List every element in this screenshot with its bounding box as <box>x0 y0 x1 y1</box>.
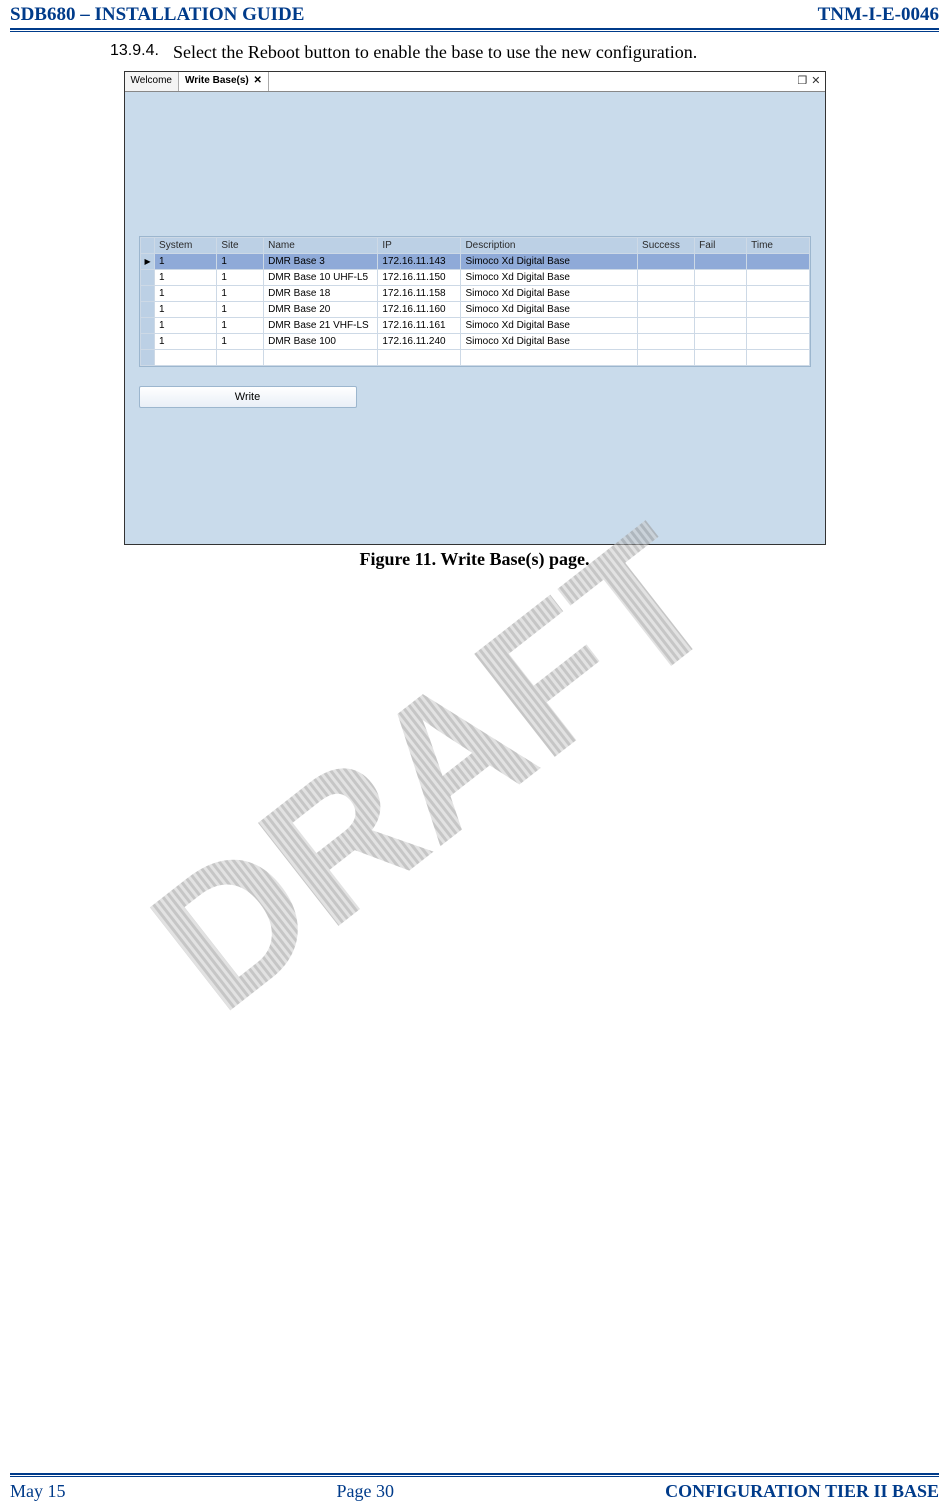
row-selector <box>140 334 155 350</box>
cell-fail <box>695 302 747 318</box>
cell-time <box>747 254 809 270</box>
cell-ip: 172.16.11.150 <box>378 270 461 286</box>
cell-succ <box>638 302 695 318</box>
cell-desc: Simoco Xd Digital Base <box>461 254 638 270</box>
table-row[interactable]: 11DMR Base 18172.16.11.158Simoco Xd Digi… <box>140 286 809 302</box>
cell-site: 1 <box>217 270 264 286</box>
write-button[interactable]: Write <box>139 386 357 408</box>
cell-name: DMR Base 21 VHF-LS <box>264 318 378 334</box>
cell-sys: 1 <box>155 286 217 302</box>
table-row-empty <box>140 350 809 366</box>
col-description[interactable]: Description <box>461 238 638 254</box>
cell-succ <box>638 318 695 334</box>
bases-table: System Site Name IP Description Success … <box>139 236 811 367</box>
cell-time <box>747 334 809 350</box>
close-icon[interactable]: ✕ <box>254 75 262 86</box>
page-footer: May 15 Page 30 CONFIGURATION TIER II BAS… <box>10 1473 939 1502</box>
cell-site: 1 <box>217 302 264 318</box>
header-rule <box>10 28 939 32</box>
table-row[interactable]: 11DMR Base 20172.16.11.160Simoco Xd Digi… <box>140 302 809 318</box>
cell-ip: 172.16.11.161 <box>378 318 461 334</box>
row-selector <box>140 270 155 286</box>
row-selector <box>140 302 155 318</box>
col-success[interactable]: Success <box>638 238 695 254</box>
footer-rule <box>10 1473 939 1477</box>
cell-ip: 172.16.11.240 <box>378 334 461 350</box>
cell-name: DMR Base 3 <box>264 254 378 270</box>
cell-fail <box>695 286 747 302</box>
cell-time <box>747 302 809 318</box>
col-time[interactable]: Time <box>747 238 809 254</box>
svg-text:DRAFT: DRAFT <box>115 487 753 1050</box>
row-selector <box>140 286 155 302</box>
table-row[interactable]: 11DMR Base 10 UHF-L5172.16.11.150Simoco … <box>140 270 809 286</box>
cell-desc: Simoco Xd Digital Base <box>461 270 638 286</box>
cell-ip: 172.16.11.160 <box>378 302 461 318</box>
header-right: TNM-I-E-0046 <box>818 4 939 26</box>
tab-write-bases[interactable]: Write Base(s) ✕ <box>179 72 269 91</box>
tab-welcome-label: Welcome <box>131 75 173 86</box>
cell-name: DMR Base 20 <box>264 302 378 318</box>
cell-desc: Simoco Xd Digital Base <box>461 302 638 318</box>
cell-desc: Simoco Xd Digital Base <box>461 334 638 350</box>
table-row[interactable]: 11DMR Base 100172.16.11.240Simoco Xd Dig… <box>140 334 809 350</box>
screenshot-panel: Welcome Write Base(s) ✕ ❐ ✕ System Site … <box>124 71 826 545</box>
cell-fail <box>695 318 747 334</box>
cell-succ <box>638 254 695 270</box>
cell-ip: 172.16.11.158 <box>378 286 461 302</box>
cell-time <box>747 270 809 286</box>
cell-succ <box>638 286 695 302</box>
row-selector-header <box>140 238 155 254</box>
col-name[interactable]: Name <box>264 238 378 254</box>
cell-site: 1 <box>217 318 264 334</box>
cell-site: 1 <box>217 334 264 350</box>
cell-name: DMR Base 10 UHF-L5 <box>264 270 378 286</box>
table-row[interactable]: 11DMR Base 21 VHF-LS172.16.11.161Simoco … <box>140 318 809 334</box>
cell-name: DMR Base 100 <box>264 334 378 350</box>
cell-desc: Simoco Xd Digital Base <box>461 318 638 334</box>
cell-site: 1 <box>217 286 264 302</box>
col-fail[interactable]: Fail <box>695 238 747 254</box>
cell-site: 1 <box>217 254 264 270</box>
cell-time <box>747 318 809 334</box>
tab-welcome[interactable]: Welcome <box>125 72 180 91</box>
page-header: SDB680 – INSTALLATION GUIDE TNM-I-E-0046 <box>10 0 939 28</box>
cell-succ <box>638 334 695 350</box>
footer-page: Page 30 <box>337 1481 395 1502</box>
cell-sys: 1 <box>155 254 217 270</box>
header-left: SDB680 – INSTALLATION GUIDE <box>10 4 304 26</box>
write-button-label: Write <box>235 391 260 403</box>
cell-ip: 172.16.11.143 <box>378 254 461 270</box>
tab-write-bases-label: Write Base(s) <box>185 75 249 86</box>
table-row[interactable]: ▶11DMR Base 3172.16.11.143Simoco Xd Digi… <box>140 254 809 270</box>
row-selector <box>140 318 155 334</box>
close-all-icon[interactable]: ✕ <box>811 74 820 87</box>
cell-sys: 1 <box>155 318 217 334</box>
cell-fail <box>695 270 747 286</box>
cell-fail <box>695 254 747 270</box>
figure-caption: Figure 11. Write Base(s) page. <box>10 549 939 570</box>
cell-succ <box>638 270 695 286</box>
cell-desc: Simoco Xd Digital Base <box>461 286 638 302</box>
footer-date: May 15 <box>10 1481 66 1502</box>
footer-section: CONFIGURATION TIER II BASE <box>665 1481 939 1502</box>
col-ip[interactable]: IP <box>378 238 461 254</box>
col-system[interactable]: System <box>155 238 217 254</box>
cell-name: DMR Base 18 <box>264 286 378 302</box>
col-site[interactable]: Site <box>217 238 264 254</box>
table-header-row: System Site Name IP Description Success … <box>140 238 809 254</box>
cell-fail <box>695 334 747 350</box>
cell-time <box>747 286 809 302</box>
step-text: Select the Reboot button to enable the b… <box>173 42 697 63</box>
instruction-step: 13.9.4. Select the Reboot button to enab… <box>110 42 939 63</box>
step-number: 13.9.4. <box>110 42 159 63</box>
detach-icon[interactable]: ❐ <box>797 74 807 87</box>
cell-sys: 1 <box>155 302 217 318</box>
tab-bar: Welcome Write Base(s) ✕ ❐ ✕ <box>125 72 825 92</box>
row-selector: ▶ <box>140 254 155 270</box>
cell-sys: 1 <box>155 270 217 286</box>
cell-sys: 1 <box>155 334 217 350</box>
